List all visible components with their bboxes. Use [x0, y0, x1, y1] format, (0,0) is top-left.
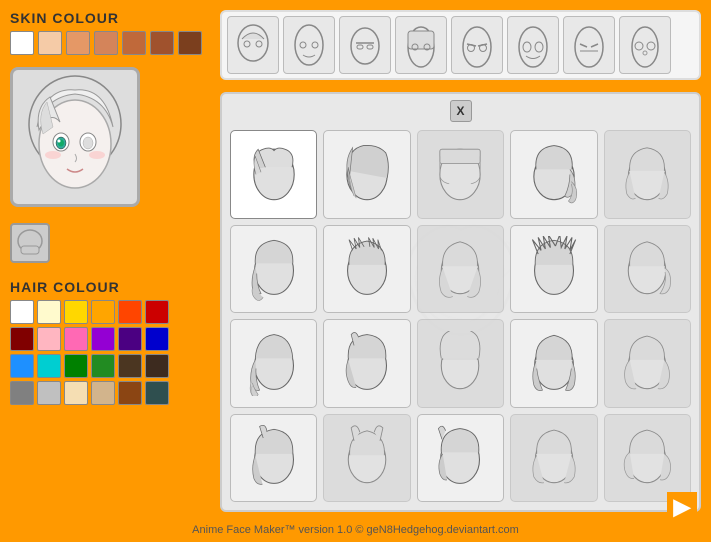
hair-colour-label: HAIR COLOUR — [10, 279, 215, 295]
hair-swatch-10[interactable] — [118, 327, 142, 351]
face-preview — [10, 67, 140, 207]
face-thumb-1[interactable] — [283, 16, 335, 74]
face-thumb-3[interactable] — [395, 16, 447, 74]
face-thumb-4[interactable] — [451, 16, 503, 74]
skin-swatch-2[interactable] — [66, 31, 90, 55]
face-thumb-2[interactable] — [339, 16, 391, 74]
hair-swatch-14[interactable] — [64, 354, 88, 378]
hair-style-1[interactable] — [323, 130, 410, 219]
hair-style-13[interactable] — [510, 319, 597, 408]
current-hair-swatch[interactable] — [10, 223, 50, 263]
hair-swatch-0[interactable] — [10, 300, 34, 324]
skin-swatch-6[interactable] — [178, 31, 202, 55]
hair-style-19[interactable] — [604, 414, 691, 503]
next-arrow-label: ▶ — [674, 494, 691, 520]
hair-swatch-22[interactable] — [118, 381, 142, 405]
hair-swatch-8[interactable] — [64, 327, 88, 351]
close-button[interactable]: X — [450, 100, 472, 122]
hair-swatch-icon — [15, 228, 45, 258]
face-thumb-5[interactable] — [507, 16, 559, 74]
skin-swatch-3[interactable] — [94, 31, 118, 55]
skin-colour-section: SKIN COLOUR — [10, 10, 215, 55]
hair-style-3[interactable] — [510, 130, 597, 219]
hair-swatch-19[interactable] — [37, 381, 61, 405]
hair-swatch-17[interactable] — [145, 354, 169, 378]
hair-grid-panel: X — [220, 92, 701, 512]
next-arrow-button[interactable]: ▶ — [667, 492, 697, 522]
hair-style-9[interactable] — [604, 225, 691, 314]
face-thumb-6[interactable] — [563, 16, 615, 74]
face-thumb-0[interactable] — [227, 16, 279, 74]
face-thumb-7[interactable] — [619, 16, 671, 74]
skin-swatch-5[interactable] — [150, 31, 174, 55]
hair-swatch-21[interactable] — [91, 381, 115, 405]
hair-colour-swatches — [10, 300, 215, 405]
skin-swatch-1[interactable] — [38, 31, 62, 55]
hair-swatch-20[interactable] — [64, 381, 88, 405]
hair-style-16[interactable] — [323, 414, 410, 503]
hair-style-8[interactable] — [510, 225, 597, 314]
hair-swatch-4[interactable] — [118, 300, 142, 324]
hair-style-5[interactable] — [230, 225, 317, 314]
hair-swatch-13[interactable] — [37, 354, 61, 378]
hair-colour-section: HAIR COLOUR — [10, 279, 215, 405]
hair-style-0[interactable] — [230, 130, 317, 219]
hair-style-2[interactable] — [417, 130, 504, 219]
hair-style-14[interactable] — [604, 319, 691, 408]
left-panel: SKIN COLOUR — [10, 10, 215, 405]
hair-style-grid — [230, 102, 691, 502]
hair-style-17[interactable] — [417, 414, 504, 503]
hair-swatch-16[interactable] — [118, 354, 142, 378]
hair-style-6[interactable] — [323, 225, 410, 314]
hair-swatch-7[interactable] — [37, 327, 61, 351]
hair-style-11[interactable] — [323, 319, 410, 408]
hair-swatch-2[interactable] — [64, 300, 88, 324]
hair-style-18[interactable] — [510, 414, 597, 503]
face-type-strip — [220, 10, 701, 80]
close-label: X — [456, 104, 464, 118]
app-container: SKIN COLOUR — [0, 0, 711, 542]
skin-colour-swatches — [10, 31, 215, 55]
hair-swatch-9[interactable] — [91, 327, 115, 351]
footer-text: Anime Face Maker™ version 1.0 © geN8Hedg… — [192, 524, 519, 536]
hair-swatch-5[interactable] — [145, 300, 169, 324]
hair-style-12[interactable] — [417, 319, 504, 408]
face-preview-svg — [15, 72, 135, 202]
hair-swatch-3[interactable] — [91, 300, 115, 324]
hair-swatch-23[interactable] — [145, 381, 169, 405]
hair-swatch-11[interactable] — [145, 327, 169, 351]
hair-swatch-1[interactable] — [37, 300, 61, 324]
hair-swatch-15[interactable] — [91, 354, 115, 378]
hair-swatch-18[interactable] — [10, 381, 34, 405]
skin-swatch-0[interactable] — [10, 31, 34, 55]
footer: Anime Face Maker™ version 1.0 © geN8Hedg… — [0, 524, 711, 536]
skin-swatch-4[interactable] — [122, 31, 146, 55]
hair-swatch-12[interactable] — [10, 354, 34, 378]
hair-style-10[interactable] — [230, 319, 317, 408]
hair-style-4[interactable] — [604, 130, 691, 219]
skin-colour-label: SKIN COLOUR — [10, 10, 215, 26]
hair-style-15[interactable] — [230, 414, 317, 503]
hair-style-7[interactable] — [417, 225, 504, 314]
hair-swatch-6[interactable] — [10, 327, 34, 351]
